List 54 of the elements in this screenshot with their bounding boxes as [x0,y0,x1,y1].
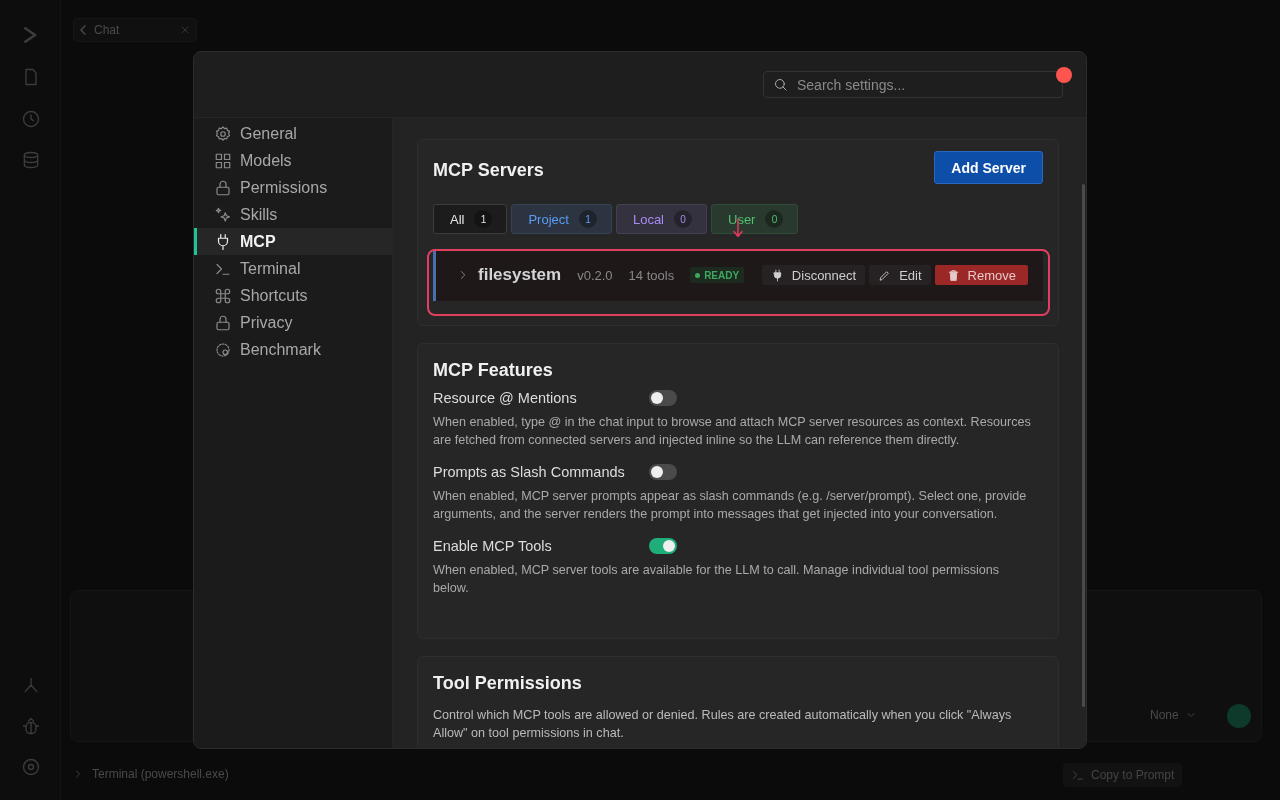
section-title: MCP Features [433,360,554,381]
setting-label: Enable MCP Tools [433,538,553,554]
grid-icon [214,151,232,170]
gear-circle-icon [214,340,232,359]
server-row[interactable]: filesystem v0.2.0 14 tools READY Disconnect Edit Remove [433,249,1043,301]
status-badge: READY [690,267,745,283]
lock-icon [214,313,232,332]
clock-icon [21,109,41,129]
filter-tab[interactable]: Project 1 [511,204,612,234]
settings-nav-item[interactable]: MCP [194,228,392,255]
filter-tab[interactable]: Local 0 [615,204,707,234]
pencil-icon [878,268,892,282]
gear-icon [214,124,232,143]
section-title: MCP Servers [433,159,544,181]
search-field[interactable]: Search settings... [763,71,1063,98]
command-key-icon [214,286,232,305]
sparkle-icon [214,205,232,224]
setting-label: Resource @ Mentions [433,390,578,406]
setting-description: When enabled, MCP server prompts appear as slash commands (e.g. /server/prompt). Select one, provide arguments, and the server renders the prompt into messages that get injected into your conversation. [433,488,1028,523]
setting-label: Prompts as Slash Commands [433,464,626,480]
toggle-switch[interactable] [649,538,677,554]
add-server-button[interactable]: Add Server [934,151,1043,184]
lock-icon [214,178,232,197]
bug-icon [21,716,41,736]
filter-tab[interactable]: User 0 [711,204,799,234]
settings-nav-item[interactable]: General [194,120,392,147]
setting-description: When enabled, type @ in the chat input to browse and attach MCP server resources as context. Resources are fetched from connected servers and injected inline so the LLM can reference them directly. [433,414,1032,449]
database-icon [21,150,41,170]
settings-nav-item[interactable]: Models [194,147,392,174]
disconnect-button[interactable]: Disconnect [761,265,866,285]
terminal-icon [1071,768,1085,782]
setting-description: When enabled, MCP server tools are available for the LLM to call. Manage individual tool permissions below. [433,562,1001,597]
server-name: filesystem [478,265,562,285]
toggle-switch[interactable] [649,464,677,480]
settings-nav-item[interactable]: Shortcuts [194,282,392,309]
settings-nav-item[interactable]: Benchmark [194,336,392,363]
tool-count: 14 tools [628,267,675,283]
settings-nav-item[interactable]: Permissions [194,174,392,201]
settings-icon [21,757,41,777]
search-icon [773,77,788,92]
toggle-switch[interactable] [649,390,677,406]
remove-button[interactable]: Remove [934,265,1028,285]
close-icon [180,25,190,35]
filter-tab[interactable]: All 1 [433,204,508,234]
trash-icon [946,268,960,282]
edit-button[interactable]: Edit [869,265,931,285]
chat-icon [80,25,86,35]
settings-nav-item[interactable]: Skills [194,201,392,228]
marker-dot [1056,67,1072,83]
settings-nav-item[interactable]: Privacy [194,309,392,336]
server-version: v0.2.0 [577,267,613,283]
section-description: Control which MCP tools are allowed or denied. Rules are created automatically when you click "Always Allow" on tool permissions in chat. [433,707,1013,742]
section-title: Tool Permissions [433,673,583,694]
settings-nav-item[interactable]: Terminal [194,255,392,282]
